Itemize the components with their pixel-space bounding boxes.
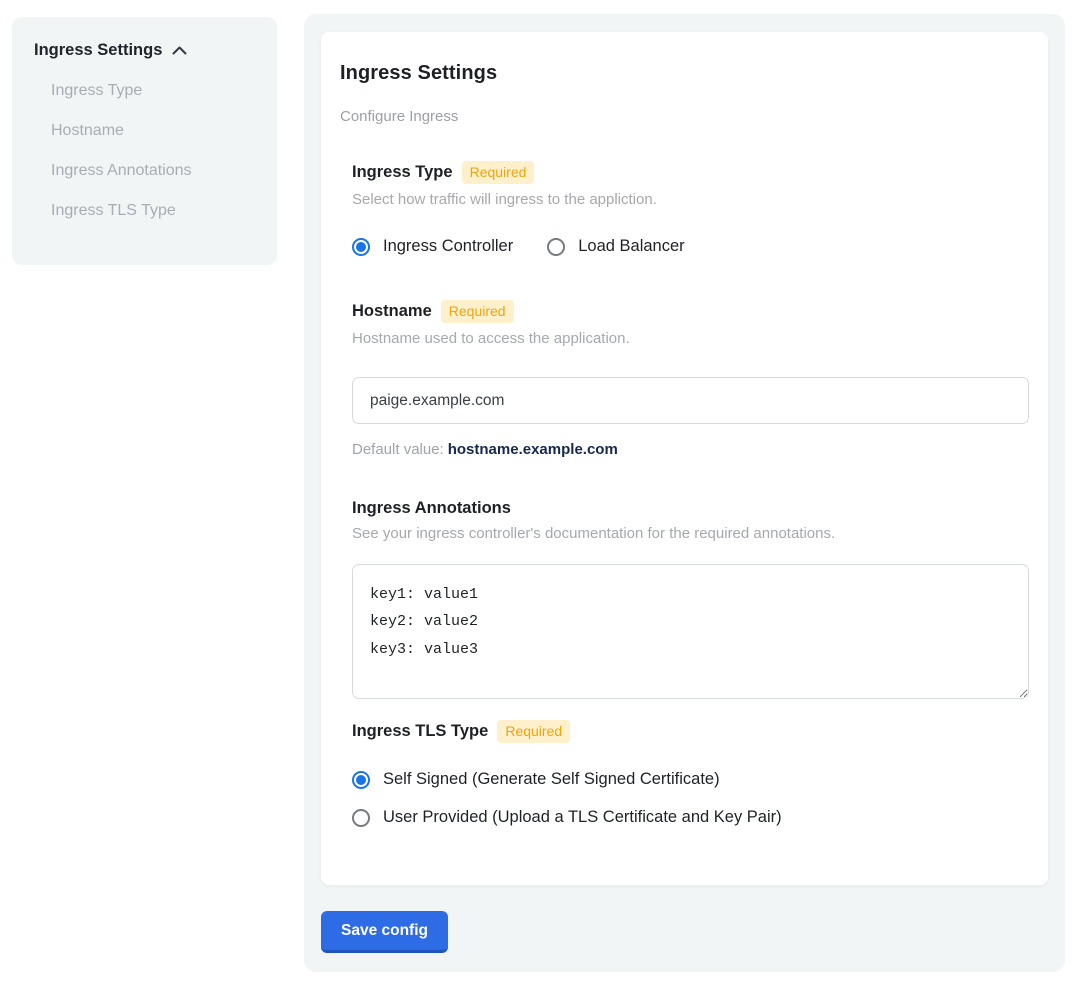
ingress-annotations-textarea[interactable]: key1: value1 key2: value2 key3: value3: [352, 564, 1029, 699]
radio-label: Self Signed (Generate Self Signed Certif…: [383, 770, 720, 789]
radio-icon[interactable]: [352, 771, 370, 789]
hostname-input[interactable]: [352, 377, 1029, 424]
section-ingress-type: Ingress Type Required Select how traffic…: [352, 161, 1029, 256]
form-sections: Ingress Type Required Select how traffic…: [352, 161, 1029, 827]
radio-option-ingress-controller[interactable]: Ingress Controller: [352, 237, 513, 256]
ingress-annotations-description: See your ingress controller's documentat…: [352, 525, 1029, 542]
sidebar-item-hostname[interactable]: Hostname: [34, 111, 257, 151]
settings-panel: Ingress Settings Configure Ingress Ingre…: [304, 14, 1065, 972]
radio-icon[interactable]: [352, 809, 370, 827]
sidebar-nav: Ingress Type Hostname Ingress Annotation…: [34, 71, 257, 231]
ingress-type-description: Select how traffic will ingress to the a…: [352, 191, 1029, 208]
ingress-tls-type-radio-group: Self Signed (Generate Self Signed Certif…: [352, 770, 1029, 827]
sidebar-section-toggle[interactable]: Ingress Settings: [34, 41, 257, 60]
required-badge: Required: [441, 300, 514, 323]
required-badge: Required: [462, 161, 535, 184]
radio-option-user-provided[interactable]: User Provided (Upload a TLS Certificate …: [352, 808, 1029, 827]
hostname-description: Hostname used to access the application.: [352, 330, 1029, 347]
radio-label: Ingress Controller: [383, 237, 513, 256]
sidebar-title: Ingress Settings: [34, 41, 162, 60]
section-ingress-tls-type: Ingress TLS Type Required Self Signed (G…: [352, 720, 1029, 827]
save-config-button[interactable]: Save config: [321, 911, 448, 953]
radio-option-load-balancer[interactable]: Load Balancer: [547, 237, 684, 256]
hostname-label: Hostname: [352, 302, 432, 321]
sidebar-item-ingress-annotations[interactable]: Ingress Annotations: [34, 151, 257, 191]
page-title: Ingress Settings: [340, 62, 1029, 85]
radio-label: User Provided (Upload a TLS Certificate …: [383, 808, 782, 827]
radio-option-self-signed[interactable]: Self Signed (Generate Self Signed Certif…: [352, 770, 1029, 789]
section-ingress-annotations: Ingress Annotations See your ingress con…: [352, 499, 1029, 699]
ingress-tls-type-label: Ingress TLS Type: [352, 722, 488, 741]
radio-icon[interactable]: [547, 238, 565, 256]
sidebar: Ingress Settings Ingress Type Hostname I…: [12, 17, 277, 265]
section-hostname: Hostname Required Hostname used to acces…: [352, 300, 1029, 458]
default-value-prefix: Default value:: [352, 441, 444, 458]
hostname-default-line: Default value:hostname.example.com: [352, 441, 1029, 458]
page: Ingress Settings Ingress Type Hostname I…: [0, 0, 1090, 995]
ingress-type-label: Ingress Type: [352, 163, 453, 182]
default-value: hostname.example.com: [448, 441, 618, 458]
ingress-annotations-label: Ingress Annotations: [352, 499, 511, 518]
sidebar-item-ingress-tls-type[interactable]: Ingress TLS Type: [34, 191, 257, 231]
settings-card: Ingress Settings Configure Ingress Ingre…: [321, 32, 1048, 885]
sidebar-item-ingress-type[interactable]: Ingress Type: [34, 71, 257, 111]
ingress-type-radio-group: Ingress Controller Load Balancer: [352, 237, 1029, 256]
chevron-up-icon: [172, 46, 187, 55]
radio-label: Load Balancer: [578, 237, 684, 256]
page-subtitle: Configure Ingress: [340, 108, 1029, 125]
required-badge: Required: [497, 720, 570, 743]
radio-icon[interactable]: [352, 238, 370, 256]
